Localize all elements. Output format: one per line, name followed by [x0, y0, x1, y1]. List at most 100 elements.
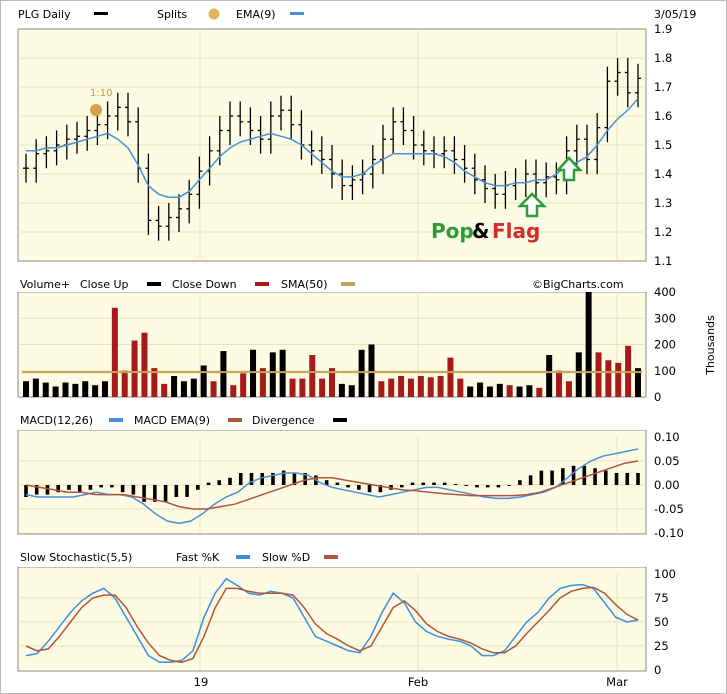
divergence-bar	[335, 482, 340, 485]
volume-bar	[131, 340, 138, 397]
volume-bar	[496, 383, 503, 397]
fast-k-swatch	[236, 555, 250, 559]
volume-bar	[565, 381, 572, 397]
price-tick-label: 1.5	[654, 138, 672, 152]
price-tick-label: 1.7	[654, 80, 672, 94]
volume-bar	[447, 357, 454, 397]
divergence-bar	[346, 485, 350, 488]
x-tick-label: Mar	[606, 675, 628, 689]
volume-bar	[92, 385, 99, 397]
watermark: ©BigCharts.com	[532, 278, 624, 291]
stoch-tick-label: 50	[654, 615, 669, 629]
volume-bar	[180, 381, 187, 397]
volume-bar	[299, 378, 306, 397]
divergence-bar	[77, 485, 82, 493]
divergence-bar	[110, 485, 114, 488]
stoch-tick-label: 0	[654, 663, 661, 677]
volume-bar	[457, 378, 464, 397]
volume-bar	[486, 386, 493, 397]
volume-bar	[210, 381, 217, 397]
volume-tick-label: 0	[654, 390, 661, 404]
volume-bar	[506, 385, 513, 397]
volume-bar	[398, 376, 405, 397]
volume-bar	[358, 349, 365, 397]
divergence-bar	[614, 473, 619, 485]
divergence-bar	[45, 485, 50, 495]
divergence-bar	[142, 485, 146, 502]
volume-bar	[348, 385, 355, 397]
volume-bar	[536, 387, 543, 397]
stoch-tick-label: 75	[654, 591, 669, 605]
volume-bar	[42, 382, 49, 397]
divergence-bar	[367, 485, 372, 493]
divergence-bar	[432, 482, 436, 485]
stoch-panel	[17, 566, 647, 672]
ema-legend-swatch	[290, 12, 304, 15]
volume-bar	[289, 378, 296, 397]
volume-bar	[477, 382, 484, 397]
volume-bar	[190, 378, 197, 397]
macd-tick-label: 0.05	[654, 454, 680, 468]
stoch-label: Slow Stochastic(5,5)	[20, 551, 132, 564]
divergence-bar	[260, 473, 265, 485]
volume-bar	[52, 386, 59, 397]
volume-tick-label: 400	[654, 285, 676, 299]
volume-bar	[240, 373, 247, 397]
volume-bar	[23, 381, 29, 397]
divergence-swatch	[333, 418, 347, 422]
divergence-bar	[228, 477, 232, 485]
divergence-bar	[421, 482, 426, 485]
volume-tick-label: 300	[654, 311, 676, 325]
volume-bar	[101, 381, 108, 397]
divergence-bar	[442, 482, 447, 485]
divergence-bar	[507, 485, 511, 486]
macd-tick-label: -0.10	[654, 526, 684, 540]
divergence-bar	[485, 485, 490, 488]
flag-annotation: Flag	[492, 219, 540, 243]
volume-bar	[250, 349, 257, 397]
divergence-bar	[464, 485, 469, 486]
volume-bar	[427, 377, 434, 397]
divergence-bar	[357, 485, 361, 490]
price-tick-label: 1.1	[654, 254, 672, 268]
divergence-bar	[571, 465, 576, 485]
divergence-bar	[217, 480, 222, 485]
divergence-bar	[163, 485, 168, 502]
macd-tick-label: 0.10	[654, 430, 680, 444]
volume-bar	[32, 378, 39, 397]
volume-bar	[556, 370, 563, 397]
volume-bar	[230, 385, 237, 397]
volume-bar	[615, 362, 622, 397]
slow-d-swatch	[324, 555, 338, 559]
divergence-bar	[582, 465, 587, 485]
macd-label: MACD(12,26)	[20, 414, 93, 427]
volume-bar	[141, 332, 148, 397]
volume-bar	[417, 376, 424, 397]
divergence-bar	[185, 485, 189, 497]
slow-d-label: Slow %D	[262, 551, 310, 564]
divergence-bar	[528, 475, 533, 485]
divergence-bar	[238, 473, 243, 485]
volume-label: Volume+	[20, 278, 70, 291]
price-tick-label: 1.8	[654, 51, 672, 65]
divergence-bar	[120, 485, 125, 493]
price-tick-label: 1.9	[654, 22, 672, 36]
stock-chart: PLG Daily Splits EMA(9) 3/05/19 Volume+ …	[0, 0, 727, 694]
splits-legend-icon	[208, 8, 220, 20]
volume-tick-label: 200	[654, 338, 676, 352]
volume-bar	[388, 378, 395, 397]
close-up-swatch	[147, 282, 161, 286]
volume-bar	[467, 386, 474, 397]
volume-bar	[605, 360, 612, 397]
volume-bar	[269, 352, 276, 397]
pop-annotation: Pop	[431, 219, 474, 243]
volume-bar	[338, 383, 345, 397]
volume-bar	[111, 307, 118, 397]
divergence-bar	[453, 484, 458, 485]
price-legend-swatch	[94, 12, 108, 15]
volume-bar	[407, 378, 414, 397]
x-tick-label: 19	[194, 675, 209, 689]
price-tick-label: 1.4	[654, 167, 672, 181]
macd-tick-label: 0.00	[654, 478, 680, 492]
divergence-bar	[131, 485, 136, 495]
